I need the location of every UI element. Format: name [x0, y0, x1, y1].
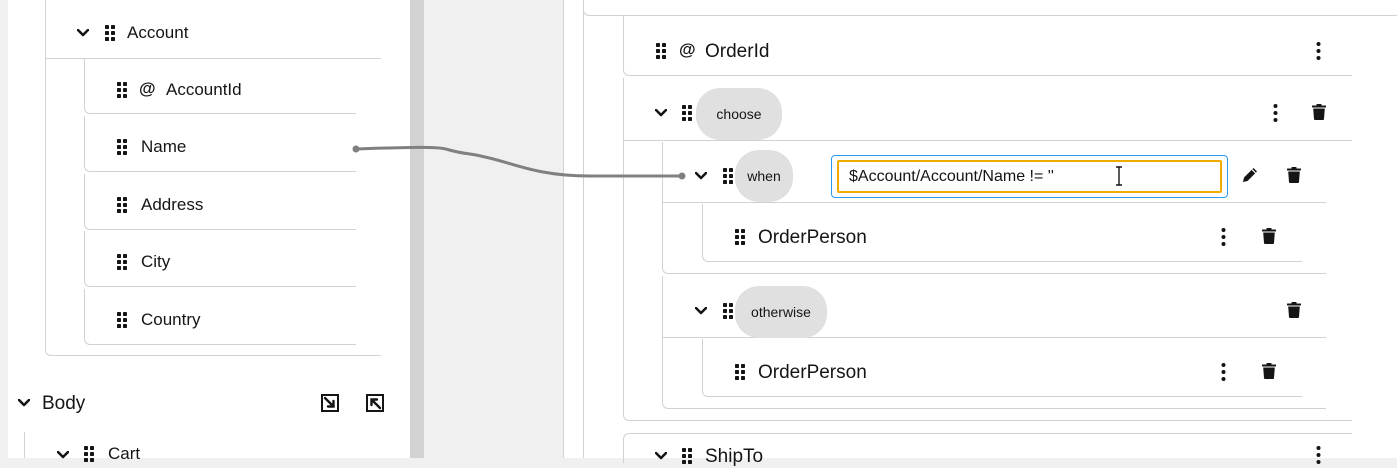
body-tree-line: [24, 432, 25, 458]
trash-icon[interactable]: [1287, 302, 1301, 318]
chevron-down-icon[interactable]: [655, 452, 667, 460]
drag-handle-icon[interactable]: [84, 446, 94, 462]
drag-handle-icon[interactable]: [723, 303, 733, 319]
drag-handle-icon[interactable]: [735, 229, 745, 245]
drag-handle-icon[interactable]: [105, 25, 115, 41]
when-label: when: [735, 150, 793, 202]
target-parent-node-box: [583, 0, 1397, 16]
drag-handle-icon[interactable]: [682, 448, 692, 464]
source-field-label: Name: [141, 137, 187, 156]
kebab-icon[interactable]: [1316, 42, 1321, 60]
drag-handle-icon[interactable]: [117, 254, 127, 270]
target-field-label: ShipTo: [705, 446, 764, 467]
pencil-icon[interactable]: [1242, 167, 1258, 183]
xpath-expression-input[interactable]: [837, 160, 1222, 193]
drag-handle-icon[interactable]: [117, 312, 127, 328]
mapping-gutter: [424, 0, 564, 458]
mapping-line[interactable]: [350, 140, 695, 185]
drag-handle-icon[interactable]: [682, 105, 692, 121]
drag-handle-icon[interactable]: [117, 82, 127, 98]
target-field-label: OrderPerson: [758, 362, 867, 383]
kebab-icon[interactable]: [1221, 363, 1226, 381]
trash-icon[interactable]: [1262, 228, 1276, 244]
attribute-at-icon: @: [679, 40, 696, 59]
chevron-down-icon[interactable]: [18, 399, 30, 407]
chevron-down-icon[interactable]: [77, 29, 89, 37]
source-field-label: AccountId: [166, 80, 242, 99]
when-row-divider: [662, 202, 1326, 203]
chevron-down-icon[interactable]: [655, 109, 667, 117]
drag-handle-icon[interactable]: [735, 364, 745, 380]
drag-handle-icon[interactable]: [117, 139, 127, 155]
kebab-icon[interactable]: [1273, 104, 1278, 122]
target-tree-line: [583, 0, 584, 458]
kebab-icon[interactable]: [1221, 228, 1226, 246]
otherwise-label: otherwise: [735, 286, 827, 338]
choose-label: choose: [696, 88, 782, 140]
chevron-down-icon[interactable]: [695, 172, 707, 180]
export-icon[interactable]: [366, 394, 384, 412]
drag-handle-icon[interactable]: [117, 197, 127, 213]
source-node-label: Cart: [108, 444, 141, 463]
text-cursor-icon: [1116, 166, 1122, 186]
attribute-at-icon: @: [139, 79, 156, 98]
source-field-label: Address: [141, 195, 204, 214]
drag-handle-icon[interactable]: [723, 168, 733, 184]
trash-icon[interactable]: [1287, 167, 1301, 183]
source-node-label: Account: [127, 23, 189, 42]
body-section-title: Body: [42, 393, 86, 414]
source-field-label: City: [141, 252, 171, 271]
source-field-label: Country: [141, 310, 201, 329]
trash-icon[interactable]: [1262, 363, 1276, 379]
choose-row-divider: [623, 140, 1352, 141]
target-field-label: OrderId: [705, 41, 770, 62]
target-field-label: OrderPerson: [758, 227, 867, 248]
import-icon[interactable]: [321, 394, 339, 412]
chevron-down-icon[interactable]: [695, 307, 707, 315]
source-panel-scrollbar[interactable]: [410, 0, 424, 458]
kebab-icon[interactable]: [1316, 446, 1321, 464]
drag-handle-icon[interactable]: [656, 43, 666, 59]
trash-icon[interactable]: [1312, 104, 1326, 120]
